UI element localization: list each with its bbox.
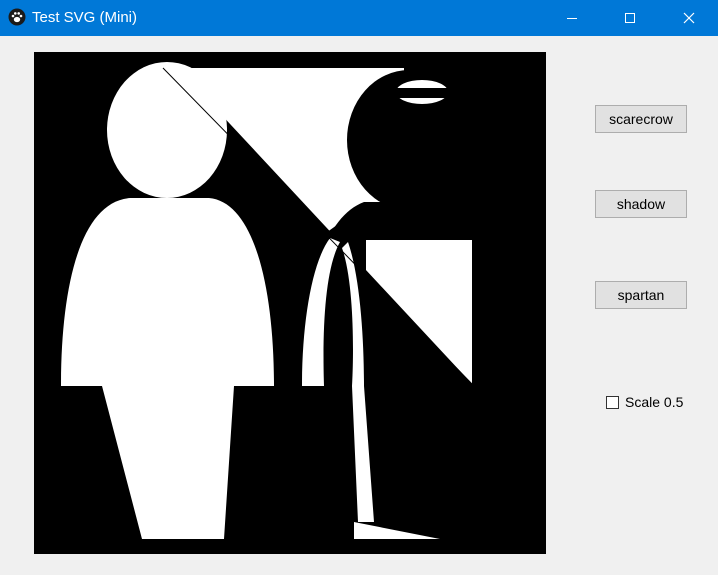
scarecrow-button[interactable]: scarecrow (595, 105, 687, 133)
window-title: Test SVG (Mini) (32, 9, 138, 26)
svg-canvas (34, 52, 546, 554)
title-bar[interactable]: Test SVG (Mini) (0, 0, 718, 36)
spartan-button[interactable]: spartan (595, 281, 687, 309)
shadow-button[interactable]: shadow (595, 190, 687, 218)
close-button[interactable] (660, 0, 718, 36)
maximize-button[interactable] (601, 0, 659, 36)
close-icon (683, 12, 695, 24)
scale-checkbox[interactable] (606, 395, 619, 409)
app-window: Test SVG (Mini) scarecrow shadow spartan… (0, 0, 718, 575)
maximize-icon (625, 13, 635, 23)
paw-icon (8, 8, 26, 26)
scale-label: Scale 0.5 (625, 394, 684, 410)
minimize-icon (567, 18, 577, 19)
svg-drawing (61, 62, 475, 539)
scale-option[interactable]: Scale 0.5 (606, 393, 683, 411)
minimize-button[interactable] (543, 0, 601, 36)
